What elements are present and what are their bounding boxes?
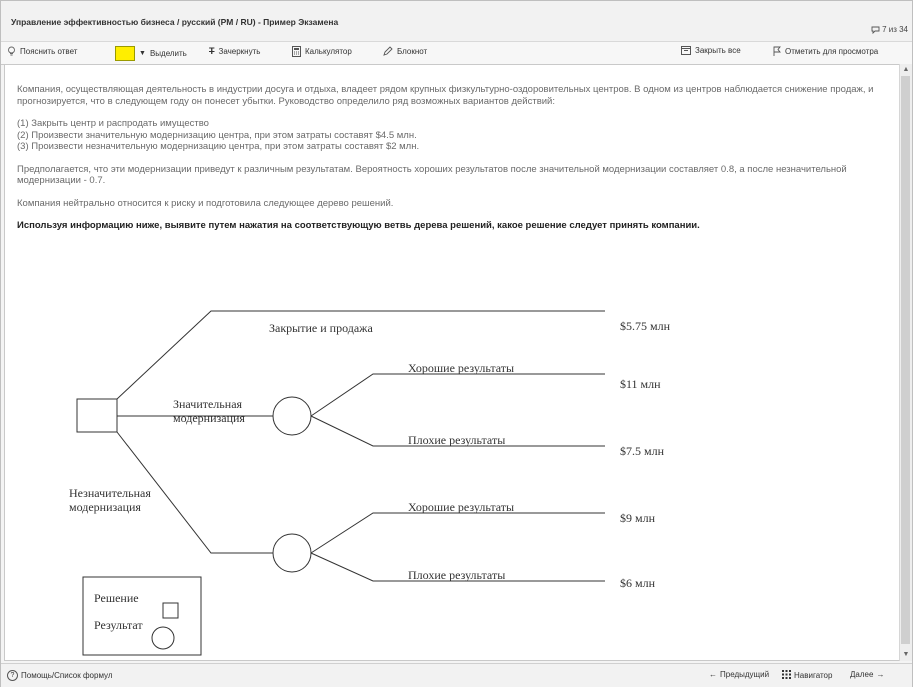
decision-tree: Закрытие и продажа $5.75 млн Значительна… <box>1 291 901 661</box>
outcome-minor-good-line <box>310 512 605 554</box>
exam-window: Управление эффективностью бизнеса / русс… <box>0 0 913 687</box>
previous-button[interactable]: ← Предыдущий <box>709 670 769 679</box>
next-button[interactable]: Далее → <box>850 670 884 679</box>
calculator-button[interactable]: Калькулятор <box>292 46 352 57</box>
label-minor-modernization: Незначительная модернизация <box>69 486 151 514</box>
lightbulb-icon <box>7 46 16 57</box>
dropdown-arrow-icon[interactable]: ▼ <box>139 50 146 57</box>
chance-node-minor <box>272 533 312 573</box>
close-all-label: Закрыть все <box>695 46 741 55</box>
value-minor-good: $9 млн <box>620 511 656 525</box>
value-major-good: $11 млн <box>620 377 661 391</box>
question-counter-text: 7 из 34 <box>882 25 908 34</box>
pencil-icon <box>383 46 393 56</box>
next-label: Далее <box>850 670 874 679</box>
chance-node-major <box>272 396 312 436</box>
option-1: (1) Закрыть центр и распродать имущество <box>17 118 209 129</box>
notepad-button[interactable]: Блокнот <box>383 46 427 56</box>
option-3: (3) Произвести незначительную модернизац… <box>17 141 420 152</box>
bottom-bar: ? Помощь/Список формул ← Предыдущий Нави… <box>1 663 912 687</box>
question-intro: Компания, осуществляющая деятельность в … <box>17 84 874 107</box>
scroll-down-arrow-icon[interactable]: ▼ <box>901 650 911 660</box>
highlight-label: Выделить <box>149 49 187 58</box>
label-minor-line-1: Незначительная <box>69 486 151 500</box>
value-close-and-sell: $5.75 млн <box>620 319 671 333</box>
value-major-bad: $7.5 млн <box>620 444 665 458</box>
flag-for-review-button[interactable]: Отметить для просмотра <box>773 46 878 56</box>
grid-icon <box>782 670 791 681</box>
navigator-button[interactable]: Навигатор <box>782 670 832 681</box>
scroll-thumb[interactable] <box>901 76 910 644</box>
label-major-modernization: Значительная модернизация <box>173 397 245 425</box>
value-minor-bad: $6 млн <box>620 576 656 590</box>
strikethrough-label: Зачеркнуть <box>218 46 261 56</box>
flag-count-icon <box>871 26 880 34</box>
legend-decision-label: Решение <box>94 591 139 605</box>
arrow-right-icon: → <box>876 670 885 679</box>
label-major-good: Хорошие результаты <box>408 361 515 375</box>
exam-title: Управление эффективностью бизнеса / русс… <box>11 17 339 27</box>
decision-node <box>76 398 118 433</box>
navigator-label: Навигатор <box>794 671 833 680</box>
highlight-color-swatch[interactable] <box>115 46 135 61</box>
calculator-icon <box>292 46 301 57</box>
label-minor-line-2: модернизация <box>69 500 141 514</box>
question-counter: 7 из 34 <box>871 25 908 34</box>
flag-icon <box>773 46 781 56</box>
notepad-label: Блокнот <box>397 46 428 56</box>
label-major-line-2: модернизация <box>173 411 245 425</box>
help-icon: ? <box>7 670 18 681</box>
legend-box <box>82 576 202 656</box>
label-minor-bad: Плохие результаты <box>408 568 506 582</box>
legend-decision-square <box>162 602 179 619</box>
arrow-left-icon: ← <box>709 670 717 679</box>
title-bar: Управление эффективностью бизнеса / русс… <box>1 1 912 41</box>
label-major-line-1: Значительная <box>173 397 243 411</box>
explain-answer-button[interactable]: Пояснить ответ <box>7 46 77 57</box>
strikethrough-button[interactable]: T Зачеркнуть <box>209 46 260 56</box>
toolbar: Пояснить ответ ▼ Выделить T Зачеркнуть К… <box>1 41 912 65</box>
option-2: (2) Произвести значительную модернизацию… <box>17 129 417 141</box>
explain-answer-label: Пояснить ответ <box>20 47 78 56</box>
flag-for-review-label: Отметить для просмотра <box>785 46 879 56</box>
highlight-button[interactable]: ▼ Выделить <box>115 46 187 61</box>
risk-text: Компания нейтрально относится к риску и … <box>17 197 394 209</box>
strikethrough-icon: T <box>209 46 215 56</box>
assumption-text: Предполагается, что эти модернизации при… <box>17 163 847 187</box>
legend-outcome-circle <box>151 626 175 650</box>
help-formulas-button[interactable]: ? Помощь/Список формул <box>7 670 113 681</box>
close-windows-icon <box>681 46 691 55</box>
scroll-up-arrow-icon[interactable]: ▲ <box>901 65 911 75</box>
label-minor-good: Хорошие результаты <box>408 500 515 514</box>
instruction-text: Используя информацию ниже, выявите путем… <box>17 220 700 231</box>
close-all-button[interactable]: Закрыть все <box>681 46 741 55</box>
outcome-major-good-line <box>310 373 605 417</box>
label-close-and-sell: Закрытие и продажа <box>269 321 373 335</box>
legend-outcome-label: Результат <box>94 618 143 632</box>
question-text: Компания, осуществляющая деятельность в … <box>17 84 877 243</box>
previous-label: Предыдущий <box>720 670 770 679</box>
help-formulas-label: Помощь/Список формул <box>21 671 113 680</box>
label-major-bad: Плохие результаты <box>408 433 506 447</box>
calculator-label: Калькулятор <box>305 47 352 56</box>
